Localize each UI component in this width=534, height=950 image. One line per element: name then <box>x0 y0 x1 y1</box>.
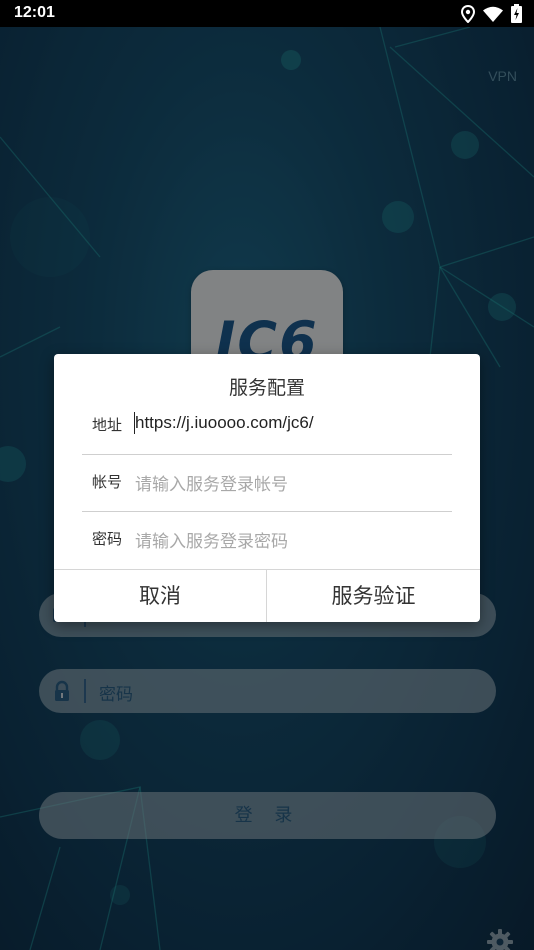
account-input[interactable]: 请输入服务登录帐号 <box>135 470 288 495</box>
cancel-button[interactable]: 取消 <box>54 570 266 622</box>
address-underline <box>82 454 452 455</box>
password-label: 密码 <box>92 530 123 548</box>
account-row[interactable]: 帐号 请输入服务登录帐号 <box>82 456 452 512</box>
battery-charging-icon <box>511 4 522 23</box>
dialog-button-bar: 取消 服务验证 <box>54 569 480 622</box>
wifi-icon <box>483 6 503 22</box>
address-row[interactable]: 地址 https://j.iuoooo.com/jc6/ <box>82 399 452 455</box>
dialog-title: 服务配置 <box>228 377 305 399</box>
address-input[interactable]: https://j.iuoooo.com/jc6/ <box>135 413 314 433</box>
location-icon <box>461 4 475 23</box>
account-underline <box>82 511 452 512</box>
address-label: 地址 <box>92 416 123 434</box>
status-time: 12:01 <box>14 4 55 21</box>
status-bar: 12:01 <box>0 0 534 27</box>
dialog-password-input[interactable]: 请输入服务登录密码 <box>135 527 288 552</box>
account-label: 帐号 <box>92 473 123 491</box>
password-row[interactable]: 密码 请输入服务登录密码 <box>82 513 452 569</box>
status-icons <box>461 4 522 23</box>
service-config-dialog: 服务配置 地址 https://j.iuoooo.com/jc6/ 帐号 请输入… <box>54 354 480 622</box>
verify-service-button[interactable]: 服务验证 <box>267 570 480 622</box>
